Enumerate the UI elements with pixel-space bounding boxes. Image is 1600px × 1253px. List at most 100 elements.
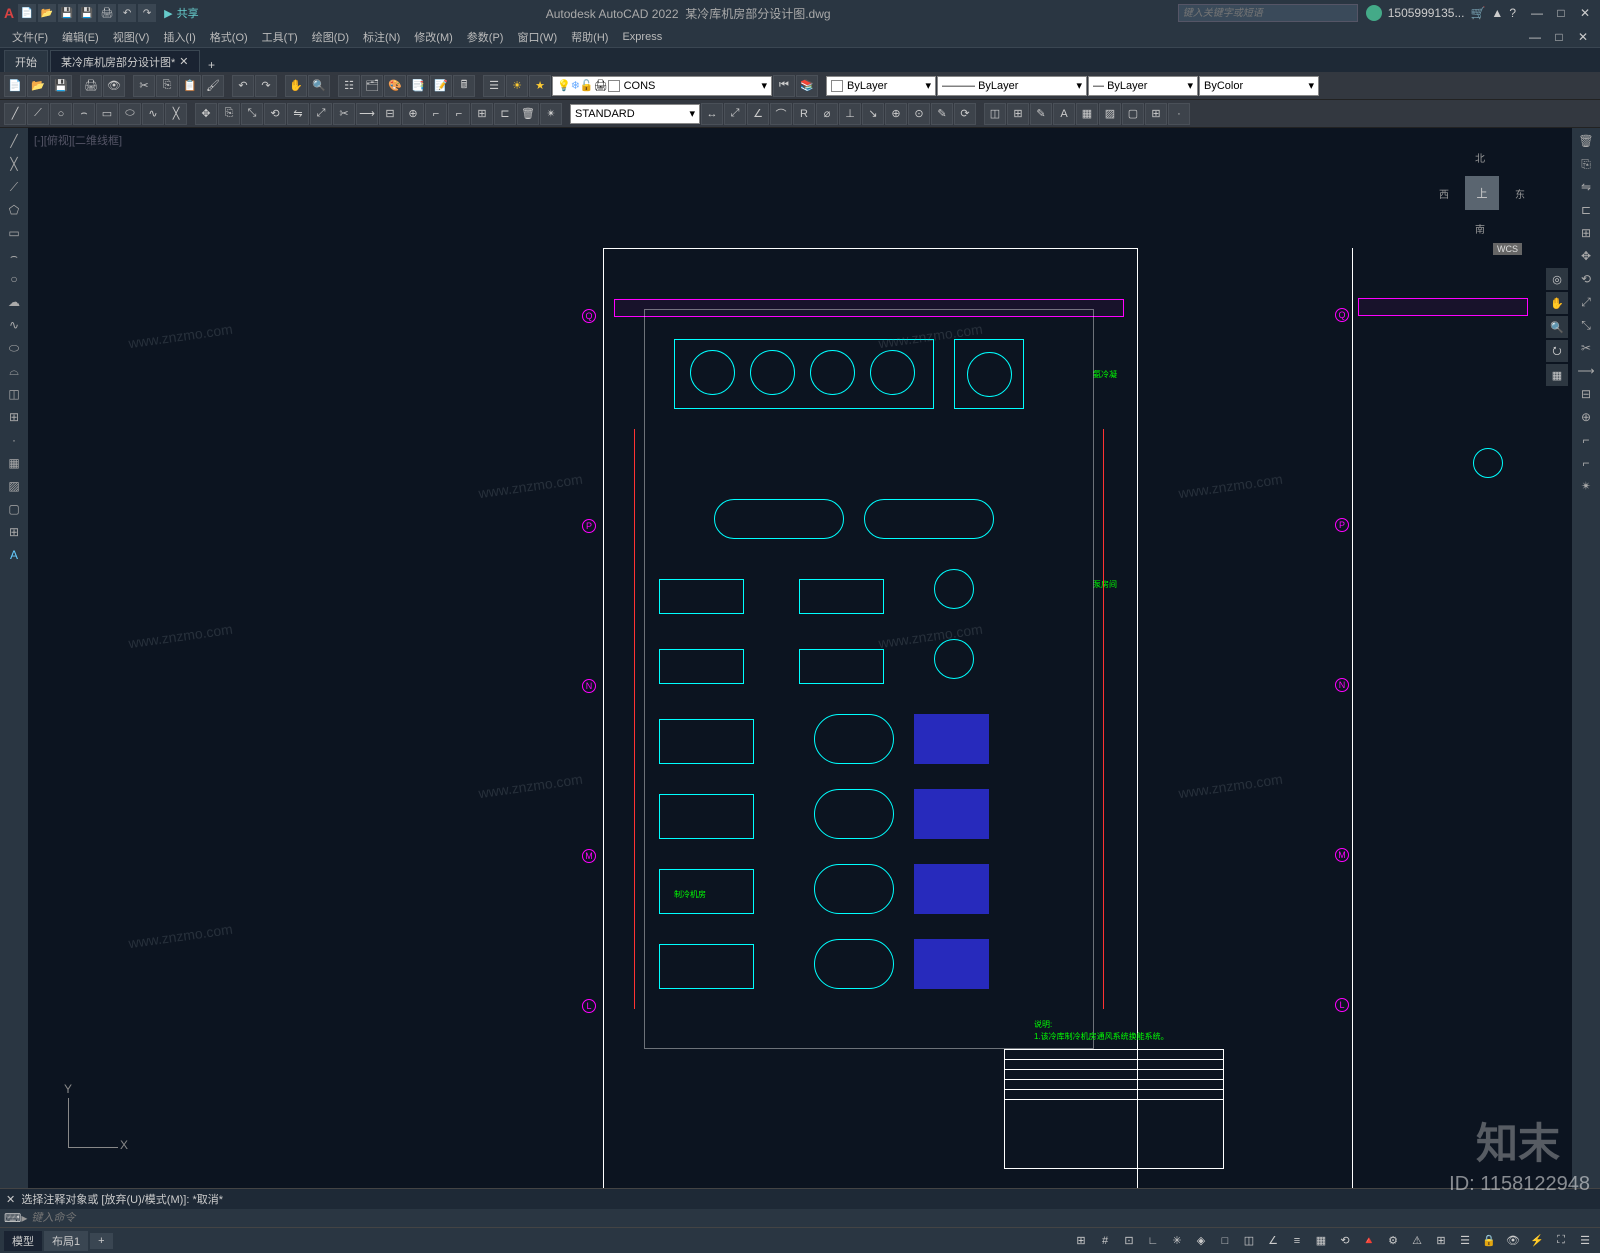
tb-open[interactable]: 📂 [27, 75, 49, 97]
nav-wheel[interactable]: ◎ [1546, 268, 1568, 290]
sb-ortho[interactable]: ∟ [1142, 1231, 1164, 1251]
rt-scale[interactable]: ⤢ [1574, 291, 1598, 313]
rt-chamfer[interactable]: ⌐ [1574, 429, 1598, 451]
tb-paste[interactable]: 📋 [179, 75, 201, 97]
tb-scale[interactable]: ⤢ [310, 103, 332, 125]
tb-array[interactable]: ⊞ [471, 103, 493, 125]
tb-centermark[interactable]: ⊙ [908, 103, 930, 125]
viewcube-e[interactable]: 东 [1515, 186, 1525, 201]
tb-undo[interactable]: ↶ [232, 75, 254, 97]
tb-rotate[interactable]: ⟲ [264, 103, 286, 125]
nav-pan[interactable]: ✋ [1546, 292, 1568, 314]
tb-move[interactable]: ✥ [195, 103, 217, 125]
tb-tolerance[interactable]: ⊕ [885, 103, 907, 125]
sb-iso[interactable]: ◈ [1190, 1231, 1212, 1251]
menu-view[interactable]: 视图(V) [107, 27, 156, 47]
user-avatar[interactable] [1366, 5, 1382, 21]
menu-modify[interactable]: 修改(M) [408, 27, 459, 47]
lt-line[interactable]: ╱ [2, 130, 26, 152]
tb-dim-update[interactable]: ⟳ [954, 103, 976, 125]
tb-attr[interactable]: A [1053, 103, 1075, 125]
rt-copy[interactable]: ⎘ [1574, 153, 1598, 175]
color-dropdown[interactable]: ByLayer▾ [826, 76, 936, 96]
tb-erase[interactable]: 🗑 [517, 103, 539, 125]
rt-rotate[interactable]: ⟲ [1574, 268, 1598, 290]
rt-explode[interactable]: ✴ [1574, 475, 1598, 497]
sb-hardware[interactable]: ⚡ [1526, 1231, 1548, 1251]
tb-sheet[interactable]: 📑 [407, 75, 429, 97]
apps-icon[interactable]: ▲ [1491, 6, 1503, 20]
tb-gradient[interactable]: ▨ [1099, 103, 1121, 125]
layout-model[interactable]: 模型 [4, 1231, 42, 1251]
help-icon[interactable]: ? [1509, 6, 1516, 20]
tb-offset[interactable]: ⊏ [494, 103, 516, 125]
sb-clean[interactable]: ⛶ [1550, 1231, 1572, 1251]
tb-dim-aligned[interactable]: ⤢ [724, 103, 746, 125]
tb-cut[interactable]: ✂ [133, 75, 155, 97]
rt-stretch[interactable]: ⤡ [1574, 314, 1598, 336]
lt-spline[interactable]: ∿ [2, 314, 26, 336]
tb-line[interactable]: ╱ [4, 103, 26, 125]
rt-erase[interactable]: 🗑 [1574, 130, 1598, 152]
tb-xline[interactable]: ╳ [165, 103, 187, 125]
sb-lock[interactable]: 🔒 [1478, 1231, 1500, 1251]
tb-region[interactable]: ▢ [1122, 103, 1144, 125]
tb-copy2[interactable]: ⎘ [218, 103, 240, 125]
lt-point[interactable]: · [2, 429, 26, 451]
qat-plot[interactable]: 🖨 [98, 4, 116, 22]
sb-cycling[interactable]: ⟲ [1334, 1231, 1356, 1251]
sb-3dosnap[interactable]: ◫ [1238, 1231, 1260, 1251]
tb-explode[interactable]: ✴ [540, 103, 562, 125]
sb-polar[interactable]: ✳ [1166, 1231, 1188, 1251]
rt-fillet[interactable]: ⌐ [1574, 452, 1598, 474]
tb-pline[interactable]: ⟋ [27, 103, 49, 125]
qat-new[interactable]: 📄 [18, 4, 36, 22]
tb-zoom[interactable]: 🔍 [308, 75, 330, 97]
menu-file[interactable]: 文件(F) [6, 27, 54, 47]
tb-mirror[interactable]: ⇋ [287, 103, 309, 125]
sb-annomonitor[interactable]: ⚠ [1406, 1231, 1428, 1251]
layer-state-icon[interactable]: 📚 [796, 75, 818, 97]
tb-fillet[interactable]: ⌐ [448, 103, 470, 125]
tb-dc[interactable]: 🗂 [361, 75, 383, 97]
doc-close[interactable]: ✕ [1572, 28, 1594, 46]
username[interactable]: 1505999135... [1388, 6, 1465, 20]
rt-mirror[interactable]: ⇋ [1574, 176, 1598, 198]
sb-workspace[interactable]: ⚙ [1382, 1231, 1404, 1251]
menu-format[interactable]: 格式(O) [204, 27, 254, 47]
tb-join[interactable]: ⊕ [402, 103, 424, 125]
rt-trim[interactable]: ✂ [1574, 337, 1598, 359]
lt-revcloud[interactable]: ☁ [2, 291, 26, 313]
command-input[interactable] [31, 1212, 1596, 1224]
tb-chamfer[interactable]: ⌐ [425, 103, 447, 125]
sb-quickprops[interactable]: ☰ [1454, 1231, 1476, 1251]
sb-lwt[interactable]: ≡ [1286, 1231, 1308, 1251]
nav-orbit[interactable]: ⭮ [1546, 340, 1568, 362]
tb-dim-radius[interactable]: R [793, 103, 815, 125]
tb-dim-linear[interactable]: ↔ [701, 103, 723, 125]
tb-redo[interactable]: ↷ [255, 75, 277, 97]
sb-model[interactable]: ⊞ [1070, 1231, 1092, 1251]
rt-break[interactable]: ⊟ [1574, 383, 1598, 405]
rt-move[interactable]: ✥ [1574, 245, 1598, 267]
tb-block-create[interactable]: ⊞ [1007, 103, 1029, 125]
tab-add-button[interactable]: + [202, 58, 222, 72]
linetype-dropdown[interactable]: ——— ByLayer▾ [937, 76, 1087, 96]
help-search-input[interactable] [1178, 4, 1358, 22]
nav-showmotion[interactable]: ▦ [1546, 364, 1568, 386]
viewcube[interactable]: 上 北 南 东 西 [1437, 148, 1527, 238]
tb-dim-edit[interactable]: ✎ [931, 103, 953, 125]
lt-polygon[interactable]: ⬠ [2, 199, 26, 221]
qat-saveas[interactable]: 💾 [78, 4, 96, 22]
sb-annoscale[interactable]: 🔺 [1358, 1231, 1380, 1251]
lt-mtext[interactable]: A [2, 544, 26, 566]
qat-redo[interactable]: ↷ [138, 4, 156, 22]
tb-stretch[interactable]: ⤡ [241, 103, 263, 125]
lt-hatch[interactable]: ▦ [2, 452, 26, 474]
tb-dim-angular[interactable]: ∠ [747, 103, 769, 125]
tb-hatch[interactable]: ▦ [1076, 103, 1098, 125]
layer-prev-icon[interactable]: ⏮ [773, 75, 795, 97]
lt-ellipsearc[interactable]: ⌓ [2, 360, 26, 382]
tb-trim[interactable]: ✂ [333, 103, 355, 125]
tb-props[interactable]: ☷ [338, 75, 360, 97]
